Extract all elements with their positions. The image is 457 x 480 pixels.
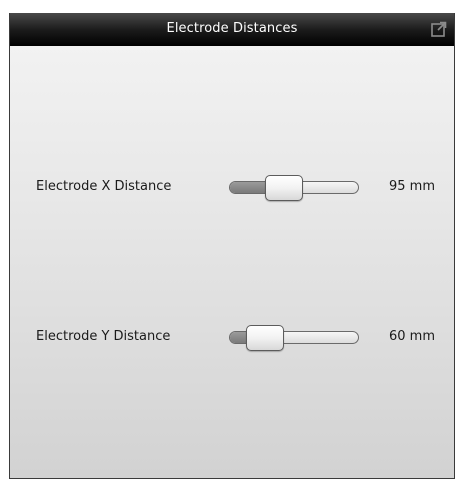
electrode-x-label: Electrode X Distance [36,179,172,194]
electrode-y-slider-thumb[interactable] [246,325,284,351]
electrode-y-slider[interactable] [229,325,359,351]
electrode-y-row: Electrode Y Distance 60 mm [10,323,454,353]
electrode-x-value: 95 mm [389,179,436,194]
electrode-y-label: Electrode Y Distance [36,329,171,344]
electrode-x-slider[interactable] [229,175,359,201]
electrode-y-value: 60 mm [389,329,436,344]
electrode-distances-panel: Electrode Distances Electrode X Distance… [9,13,455,479]
popout-icon[interactable] [430,20,448,38]
panel-titlebar: Electrode Distances [10,13,454,46]
electrode-x-row: Electrode X Distance 95 mm [10,173,454,203]
electrode-x-slider-thumb[interactable] [265,175,303,201]
panel-title: Electrode Distances [166,21,298,36]
